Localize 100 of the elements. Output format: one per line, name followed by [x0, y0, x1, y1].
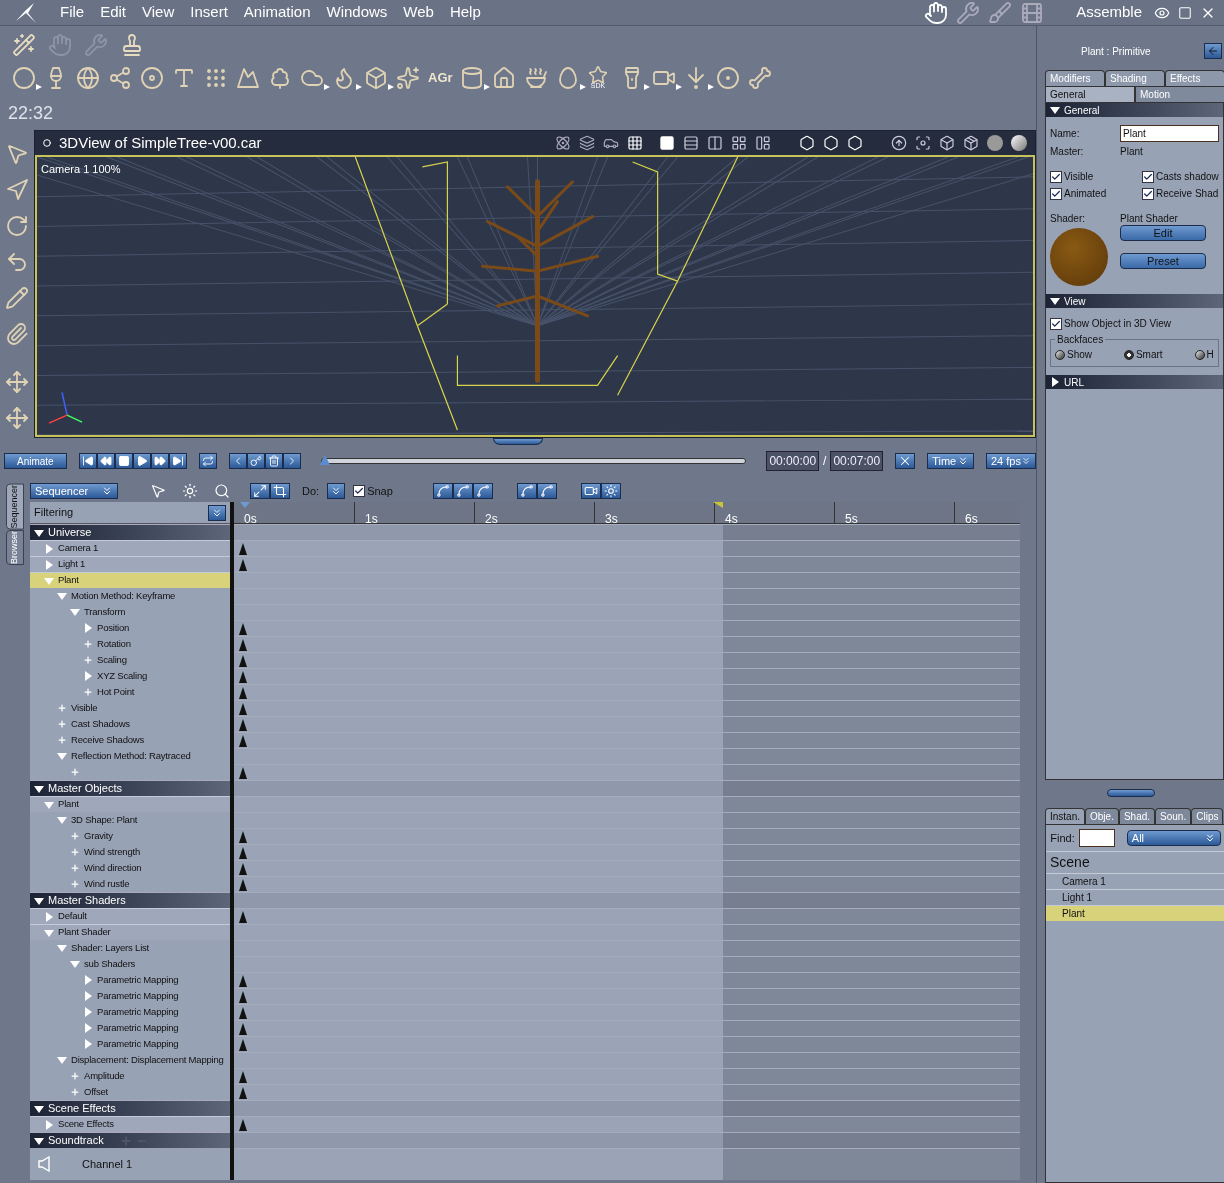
plus-icon[interactable]	[83, 687, 93, 697]
move-icon[interactable]	[5, 370, 29, 394]
columns-view-icon[interactable]	[707, 135, 723, 151]
text-tool-icon[interactable]	[172, 66, 196, 90]
time-ruler[interactable]: 0s 1s 2s 3s 4s 5s 6s	[234, 502, 1020, 524]
timeline-track[interactable]	[234, 748, 1020, 764]
wrench-icon[interactable]	[956, 0, 981, 25]
timeline-track[interactable]	[234, 892, 1020, 908]
plus-icon[interactable]	[57, 719, 67, 729]
tree-icon[interactable]	[268, 66, 292, 90]
nodes-icon[interactable]	[108, 66, 132, 90]
tree-item[interactable]: Wind rustle	[30, 876, 230, 892]
timeline-track[interactable]	[234, 572, 1020, 588]
wand-icon[interactable]	[12, 33, 36, 57]
curve-arrow-icon[interactable]	[5, 250, 29, 274]
timeline-track[interactable]	[234, 700, 1020, 716]
menu-item[interactable]: Help	[441, 1, 489, 24]
plus-icon[interactable]	[70, 767, 80, 777]
checkbox[interactable]	[1142, 170, 1154, 183]
box-icon[interactable]	[364, 66, 388, 90]
shader-button[interactable]: Preset	[1120, 253, 1206, 269]
tree-item[interactable]: Offset	[30, 1084, 230, 1100]
timeline-track[interactable]	[234, 876, 1020, 892]
submenu-arrow-icon[interactable]	[676, 84, 682, 90]
keyframe-icon[interactable]	[239, 831, 247, 843]
tree-item[interactable]: Default	[30, 908, 230, 924]
star-icon[interactable]	[588, 64, 608, 85]
expand-triangle-icon[interactable]	[1050, 377, 1060, 387]
single-view-icon[interactable]	[659, 135, 675, 151]
torus-icon[interactable]	[140, 66, 164, 90]
menu-item[interactable]: Animation	[235, 1, 319, 24]
tree-item[interactable]: Plant	[30, 572, 230, 588]
terrain-icon[interactable]	[236, 66, 260, 90]
tool-button[interactable]: AGr	[428, 68, 460, 88]
tree-item[interactable]: Plant	[30, 796, 230, 812]
plus-icon[interactable]	[70, 879, 80, 889]
list-item[interactable]: Plant	[1046, 905, 1224, 921]
menu-item[interactable]: Edit	[92, 1, 135, 24]
keyframe-icon[interactable]	[239, 1023, 247, 1035]
submenu-arrow-icon[interactable]	[580, 84, 586, 90]
collapse-triangle-icon[interactable]	[34, 783, 44, 794]
menu-item[interactable]: View	[134, 1, 183, 24]
current-time-marker-icon[interactable]	[240, 502, 250, 508]
section-header[interactable]: View	[1046, 294, 1223, 308]
tree-item[interactable]: Scaling	[30, 652, 230, 668]
tree-item[interactable]: Parametric Mapping	[30, 1036, 230, 1052]
timeline-track[interactable]	[234, 812, 1020, 828]
sparkles-icon[interactable]	[396, 66, 420, 90]
tool-button[interactable]	[12, 66, 44, 90]
side-tab[interactable]: Browser	[6, 529, 24, 565]
radio-button[interactable]	[1123, 349, 1134, 360]
atom-icon[interactable]	[555, 135, 571, 151]
group-header[interactable]: Master Objects	[30, 780, 230, 796]
house-icon[interactable]	[492, 66, 516, 90]
timeline-track[interactable]	[234, 1052, 1020, 1068]
stamp-icon[interactable]	[120, 33, 144, 57]
timeline-track[interactable]	[234, 924, 1020, 940]
chevrons-down-icon[interactable]	[957, 455, 969, 467]
radio-button[interactable]	[1194, 349, 1205, 360]
plus-icon[interactable]	[70, 863, 80, 873]
section-header[interactable]: URL	[1046, 375, 1223, 389]
mode-select[interactable]: Sequencer	[30, 483, 118, 499]
tree-item[interactable]: Motion Method: Keyframe	[30, 588, 230, 604]
section-header[interactable]: General	[1046, 103, 1223, 117]
end-time-field[interactable]: 00:07:00	[830, 451, 884, 471]
tab[interactable]: Instan.	[1045, 808, 1086, 824]
find-field[interactable]	[1078, 829, 1115, 847]
timeline-track[interactable]	[234, 1100, 1020, 1116]
keyframe-icon[interactable]	[239, 719, 247, 731]
splitter-handle[interactable]	[1107, 789, 1156, 797]
range-end-marker[interactable]	[712, 502, 723, 508]
keyframe-icon[interactable]	[239, 1071, 247, 1083]
text-tool-label[interactable]: AGr	[428, 68, 453, 88]
timeline-track[interactable]	[234, 716, 1020, 732]
tree-item[interactable]: Parametric Mapping	[30, 1004, 230, 1020]
group-header[interactable]: Master Shaders	[30, 892, 230, 908]
fps-select[interactable]: 24 fps	[986, 453, 1036, 469]
collapse-triangle-icon[interactable]	[34, 527, 44, 538]
tree-item[interactable]: Plant Shader	[30, 924, 230, 940]
collapse-triangle-icon[interactable]	[1050, 105, 1060, 115]
brush-icon[interactable]	[988, 0, 1013, 25]
timeline-track[interactable]	[234, 1036, 1020, 1052]
timeline-track[interactable]	[234, 1132, 1020, 1148]
time-slider[interactable]	[320, 458, 747, 464]
timeline-track[interactable]	[234, 620, 1020, 636]
tool-button[interactable]	[460, 66, 492, 90]
group-header[interactable]: Universe	[30, 524, 230, 540]
keyframe-icon[interactable]	[239, 559, 247, 571]
submenu-arrow-icon[interactable]	[708, 84, 714, 90]
rows-view-icon[interactable]	[683, 135, 699, 151]
keyframe-icon[interactable]	[239, 1039, 247, 1051]
timeline-track[interactable]	[234, 796, 1020, 812]
menu-item[interactable]: Web	[395, 1, 442, 24]
tab[interactable]: General	[1045, 86, 1135, 102]
wireframe-cube-icon[interactable]	[939, 135, 955, 151]
hexagon-icon[interactable]	[799, 135, 815, 151]
timeline-track[interactable]	[234, 940, 1020, 956]
time-mode-select[interactable]: Time	[927, 453, 974, 469]
tool-button[interactable]	[556, 66, 588, 90]
bowl-icon[interactable]	[524, 66, 548, 90]
